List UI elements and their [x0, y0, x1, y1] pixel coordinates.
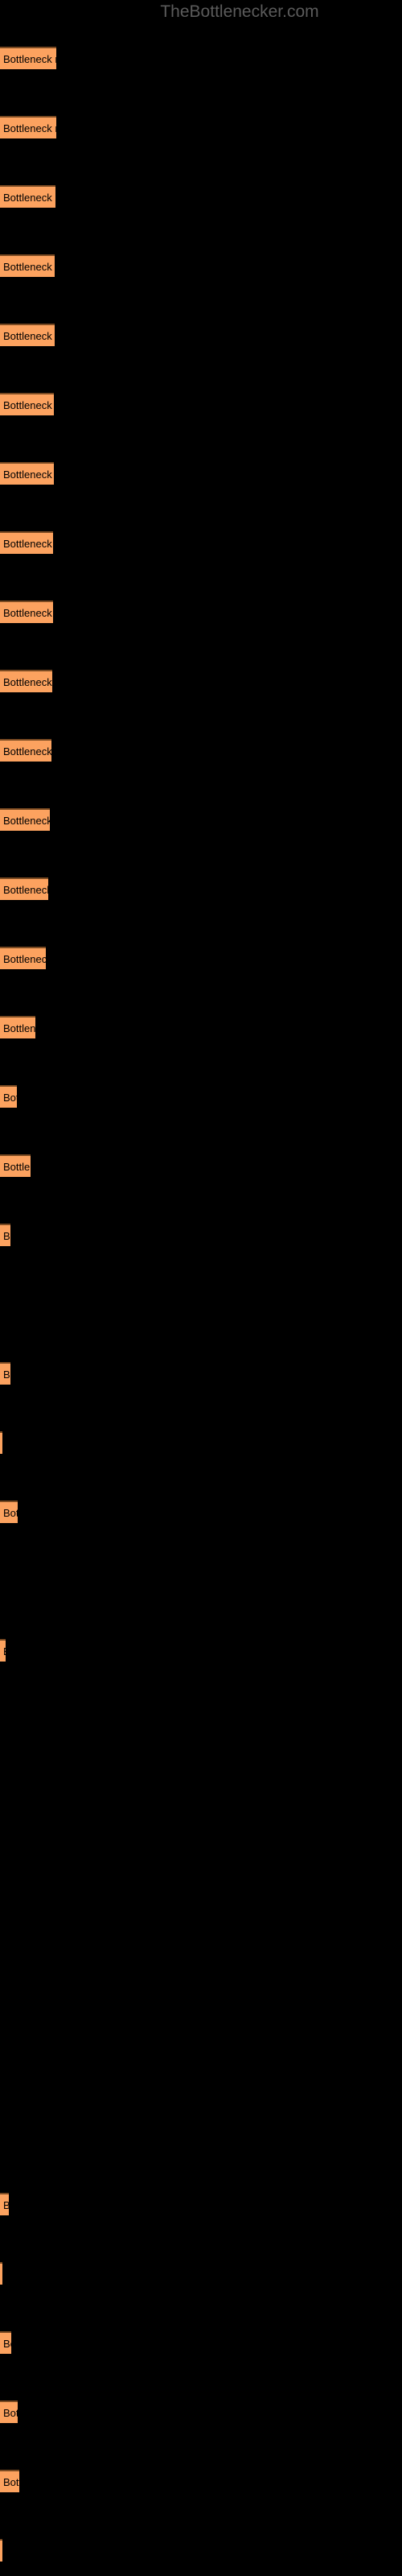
bar-label: Bottleneck result — [3, 745, 51, 758]
bar-label: Bottleneck result — [3, 1230, 10, 1242]
bar: Bottleneck result — [0, 2539, 2, 2562]
bar-label: Bottleneck result — [3, 192, 55, 204]
bar-label: Bottleneck result — [3, 2338, 11, 2350]
bar: Bottleneck result — [0, 601, 53, 623]
bar: Bottleneck result — [0, 185, 55, 208]
bar-label: Bottleneck result — [3, 1641, 6, 1662]
bar: Bottleneck result — [0, 1016, 35, 1038]
bar: Bottleneck result — [0, 1224, 10, 1246]
bar: Bottleneck result — [0, 1154, 31, 1177]
bar-label: Bottleneck result — [3, 261, 55, 273]
bar: Bottleneck result — [0, 324, 55, 346]
bar: Bottleneck result — [0, 254, 55, 277]
bar: Bottleneck result — [0, 877, 48, 900]
bar: Bottleneck result — [0, 947, 46, 969]
bar-label: Bottleneck result — [3, 2476, 19, 2488]
bar-label: Bottleneck result — [3, 884, 48, 896]
bar: Bottleneck result — [0, 2401, 18, 2423]
bar-label: Bottleneck result — [3, 2407, 18, 2419]
bar-label: Bottleneck result — [3, 676, 52, 688]
bar: Bottleneck result — [0, 739, 51, 762]
bar-label: Bottleneck result — [3, 538, 53, 550]
bar-label: Bottleneck result — [3, 122, 56, 134]
bar: Bottleneck result — [0, 808, 50, 831]
bar-label: Bottleneck result — [3, 1507, 18, 1519]
bar-label: Bottleneck result — [3, 815, 50, 827]
bar: Bottleneck result — [0, 1362, 10, 1385]
bar: Bottleneck result — [0, 2193, 9, 2215]
bar-label: Bottleneck result — [3, 53, 56, 65]
bar: Bottleneck result — [0, 2331, 11, 2354]
bar: Bottleneck result — [0, 116, 56, 138]
bar: Bottleneck result — [0, 1639, 6, 1662]
bar: Bottleneck result — [0, 1431, 2, 1454]
bar-label: Bottleneck result — [3, 469, 54, 481]
bar-label: Bottleneck result — [3, 1092, 17, 1104]
bar: Bottleneck result — [0, 393, 54, 415]
bar: Bottleneck result — [0, 2470, 19, 2492]
bar-label: Bottleneck result — [3, 1161, 31, 1173]
bar: Bottleneck result — [0, 531, 53, 554]
bar: Bottleneck result — [0, 670, 52, 692]
bar: Bottleneck result — [0, 462, 54, 485]
bar-label: Bottleneck result — [3, 399, 54, 411]
bar-label: Bottleneck result — [3, 2194, 9, 2215]
bar-label: Bottleneck result — [3, 1022, 35, 1034]
bar-label: Bottleneck result — [3, 607, 53, 619]
bar: Bottleneck result — [0, 1501, 18, 1523]
bar: Bottleneck result — [0, 47, 56, 69]
bar-label: Bottleneck result — [3, 330, 55, 342]
bar: Bottleneck result — [0, 2262, 2, 2285]
site-watermark: TheBottlenecker.com — [160, 2, 319, 21]
plot-area: Bottleneck result Bottleneck result Bottle… — [0, 0, 402, 2576]
bar: Bottleneck result — [0, 1085, 17, 1108]
bar-label: Bottleneck result — [3, 953, 46, 965]
bar-label: Bottleneck result — [3, 1368, 10, 1381]
bottleneck-bar-chart: Bottleneck result Bottleneck result Bottle… — [0, 0, 402, 2576]
